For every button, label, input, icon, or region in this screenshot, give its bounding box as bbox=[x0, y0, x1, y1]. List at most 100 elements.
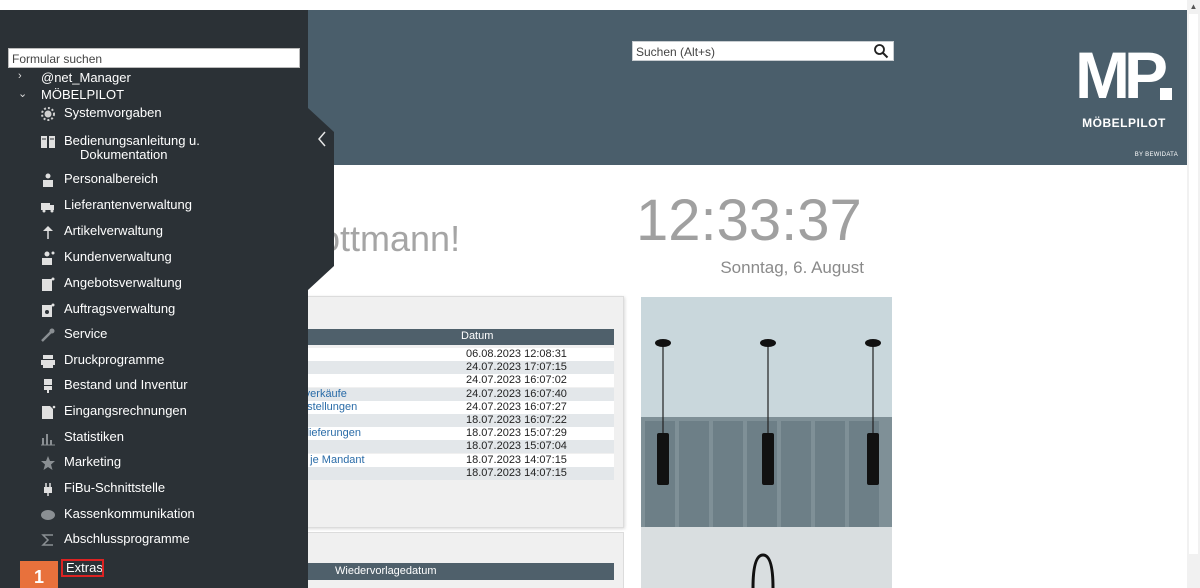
sidebar-item-service[interactable]: Service bbox=[40, 325, 300, 347]
inventory-icon bbox=[44, 379, 52, 393]
page-scrollbar[interactable]: ▲ bbox=[1187, 0, 1200, 588]
tree-item-label: MÖBELPILOT bbox=[41, 87, 125, 102]
global-search[interactable] bbox=[632, 41, 894, 61]
row-date: 18.07.2023 16:07:22 bbox=[466, 414, 567, 426]
sidebar-item-label: Marketing bbox=[64, 454, 122, 469]
sidebar-item-label: Service bbox=[64, 326, 108, 341]
top-strip bbox=[0, 0, 1200, 10]
moebelpilot-logo: MP MÖBELPILOT BY BEWIDATA bbox=[1070, 40, 1178, 166]
customer-icon bbox=[42, 251, 55, 265]
invoice-icon bbox=[42, 405, 56, 419]
row-date: 24.07.2023 16:07:27 bbox=[466, 400, 567, 413]
table-row[interactable]: 24.07.2023 16:07:02 bbox=[301, 374, 614, 388]
sidebar-item-label: Personalbereich bbox=[64, 171, 158, 186]
row-date: 18.07.2023 14:07:15 bbox=[466, 466, 567, 479]
table-row[interactable]: 18.07.2023 15:07:04 bbox=[301, 440, 614, 454]
sidebar-item-lieferantenverwaltung[interactable]: Lieferantenverwaltung bbox=[40, 196, 300, 218]
sidebar-item-label: Abschlussprogramme bbox=[64, 531, 190, 546]
form-link[interactable]: estellungen bbox=[301, 401, 357, 413]
chevron-left-icon[interactable] bbox=[316, 130, 328, 148]
sidebar-item-bestand-und-inventur[interactable]: Bestand und Inventur bbox=[40, 376, 300, 398]
row-date: 24.07.2023 17:07:15 bbox=[466, 361, 567, 374]
sidebar-item-kundenverwaltung[interactable]: Kundenverwaltung bbox=[40, 248, 300, 270]
sidebar-item-label: Kundenverwaltung bbox=[64, 249, 172, 264]
table-row[interactable]: estellungen 24.07.2023 16:07:27 bbox=[301, 400, 614, 414]
truck-icon bbox=[41, 203, 54, 213]
lamp-icon bbox=[43, 226, 53, 239]
sidebar-item-label: Auftragsverwaltung bbox=[64, 301, 176, 316]
logo-mark: MP bbox=[1075, 38, 1168, 112]
chevron-right-icon[interactable]: › bbox=[18, 70, 28, 82]
date-column-header: Datum bbox=[461, 330, 494, 342]
row-date: 18.07.2023 15:07:29 bbox=[466, 427, 567, 440]
sidebar-item-label: Artikelverwaltung bbox=[64, 223, 163, 238]
sidebar-item-eingangsrechnungen[interactable]: Eingangsrechnungen bbox=[40, 402, 300, 424]
sidebar-item-bedienungsanleitung-u[interactable]: Bedienungsanleitung u. Dokumentation bbox=[40, 132, 300, 164]
extras-highlight-box bbox=[61, 559, 104, 577]
sidebar-item-druckprogramme[interactable]: Druckprogramme bbox=[40, 351, 300, 373]
logo-byline: BY BEWIDATA bbox=[1134, 152, 1178, 158]
navigation-sidebar: › @net_Manager ⌄ MÖBELPILOT Systemvorgab… bbox=[0, 10, 308, 588]
sum-icon bbox=[41, 534, 53, 546]
sidebar-item-abschlussprogramme[interactable]: Abschlussprogramme bbox=[40, 530, 300, 552]
printer-icon bbox=[41, 355, 55, 368]
table-row[interactable]: 18.07.2023 14:07:15 bbox=[301, 466, 614, 480]
form-search-box[interactable] bbox=[8, 48, 300, 68]
sidebar-item-kassenkommunikation[interactable]: Kassenkommunikation bbox=[40, 505, 300, 527]
scroll-up-arrow-icon[interactable]: ▲ bbox=[1187, 0, 1200, 14]
form-link[interactable]: n je Mandant bbox=[301, 454, 365, 466]
gear-icon bbox=[41, 107, 55, 121]
form-search-input[interactable] bbox=[12, 51, 292, 66]
table-row[interactable]: rverkäufe 24.07.2023 16:07:40 bbox=[301, 387, 614, 401]
tree-item-label: @net_Manager bbox=[41, 70, 131, 85]
table-row[interactable]: 06.08.2023 12:08:31 bbox=[301, 348, 614, 361]
row-date: 24.07.2023 16:07:40 bbox=[466, 387, 567, 400]
row-date: 18.07.2023 15:07:04 bbox=[466, 440, 567, 453]
bar-chart-icon bbox=[41, 434, 55, 446]
clock-time: 12:33:37 bbox=[636, 188, 862, 253]
table-header: Datum bbox=[301, 329, 614, 345]
step-badge: 1 bbox=[20, 561, 58, 588]
logo-name: MÖBELPILOT bbox=[1082, 116, 1166, 130]
sidebar-item-personalbereich[interactable]: Personalbereich bbox=[40, 170, 300, 192]
row-date: 06.08.2023 12:08:31 bbox=[466, 348, 567, 360]
sidebar-item-fibu-schnittstelle[interactable]: FiBu-Schnittstelle bbox=[40, 479, 300, 501]
form-link[interactable]: slieferungen bbox=[301, 427, 361, 439]
wrench-icon bbox=[41, 328, 55, 342]
followup-card: Wiedervorlagedatum bbox=[300, 532, 624, 588]
recent-forms-card: Datum 06.08.2023 12:08:31 24.07.2023 17:0… bbox=[300, 296, 624, 528]
step-number: 1 bbox=[34, 567, 45, 587]
chat-icon bbox=[41, 510, 55, 520]
offer-icon bbox=[42, 277, 55, 291]
sidebar-item-marketing[interactable]: Marketing bbox=[40, 453, 300, 475]
book-icon bbox=[41, 136, 55, 148]
sidebar-item-label: Druckprogramme bbox=[64, 352, 165, 367]
table-row[interactable]: 18.07.2023 16:07:22 bbox=[301, 414, 614, 427]
plug-icon bbox=[44, 483, 52, 496]
row-date: 18.07.2023 14:07:15 bbox=[466, 453, 567, 466]
sidebar-item-label: Lieferantenverwaltung bbox=[64, 197, 192, 212]
search-icon[interactable] bbox=[873, 43, 889, 59]
sidebar-item-statistiken[interactable]: Statistiken bbox=[40, 428, 300, 450]
sidebar-item-label: Systemvorgaben bbox=[64, 105, 162, 120]
sidebar-item-label: Statistiken bbox=[64, 429, 124, 444]
sidebar-item-label-line2: Dokumentation bbox=[80, 147, 168, 162]
sidebar-item-artikelverwaltung[interactable]: Artikelverwaltung bbox=[40, 222, 300, 244]
scroll-thumb[interactable] bbox=[1189, 14, 1198, 554]
sidebar-item-auftragsverwaltung[interactable]: Auftragsverwaltung bbox=[40, 300, 300, 322]
followup-table-header: Wiedervorlagedatum bbox=[301, 563, 614, 580]
interior-photo bbox=[641, 297, 892, 588]
table-row[interactable]: 24.07.2023 17:07:15 bbox=[301, 361, 614, 375]
tree-item-net-manager[interactable]: › @net_Manager bbox=[18, 70, 298, 86]
sidebar-item-label: Angebotsverwaltung bbox=[64, 275, 182, 290]
table-row[interactable]: n je Mandant 18.07.2023 14:07:15 bbox=[301, 453, 614, 467]
row-date: 24.07.2023 16:07:02 bbox=[466, 374, 567, 387]
sidebar-item-systemvorgaben[interactable]: Systemvorgaben bbox=[40, 104, 300, 126]
chevron-down-icon[interactable]: ⌄ bbox=[18, 87, 28, 100]
sidebar-item-angebotsverwaltung[interactable]: Angebotsverwaltung bbox=[40, 274, 300, 296]
table-row[interactable]: slieferungen 18.07.2023 15:07:29 bbox=[301, 427, 614, 441]
clock-date: Sonntag, 6. August bbox=[720, 258, 864, 277]
sidebar-item-label: Bestand und Inventur bbox=[64, 377, 188, 392]
tree-item-moebelpilot[interactable]: ⌄ MÖBELPILOT bbox=[18, 87, 298, 103]
search-input[interactable] bbox=[636, 44, 866, 59]
